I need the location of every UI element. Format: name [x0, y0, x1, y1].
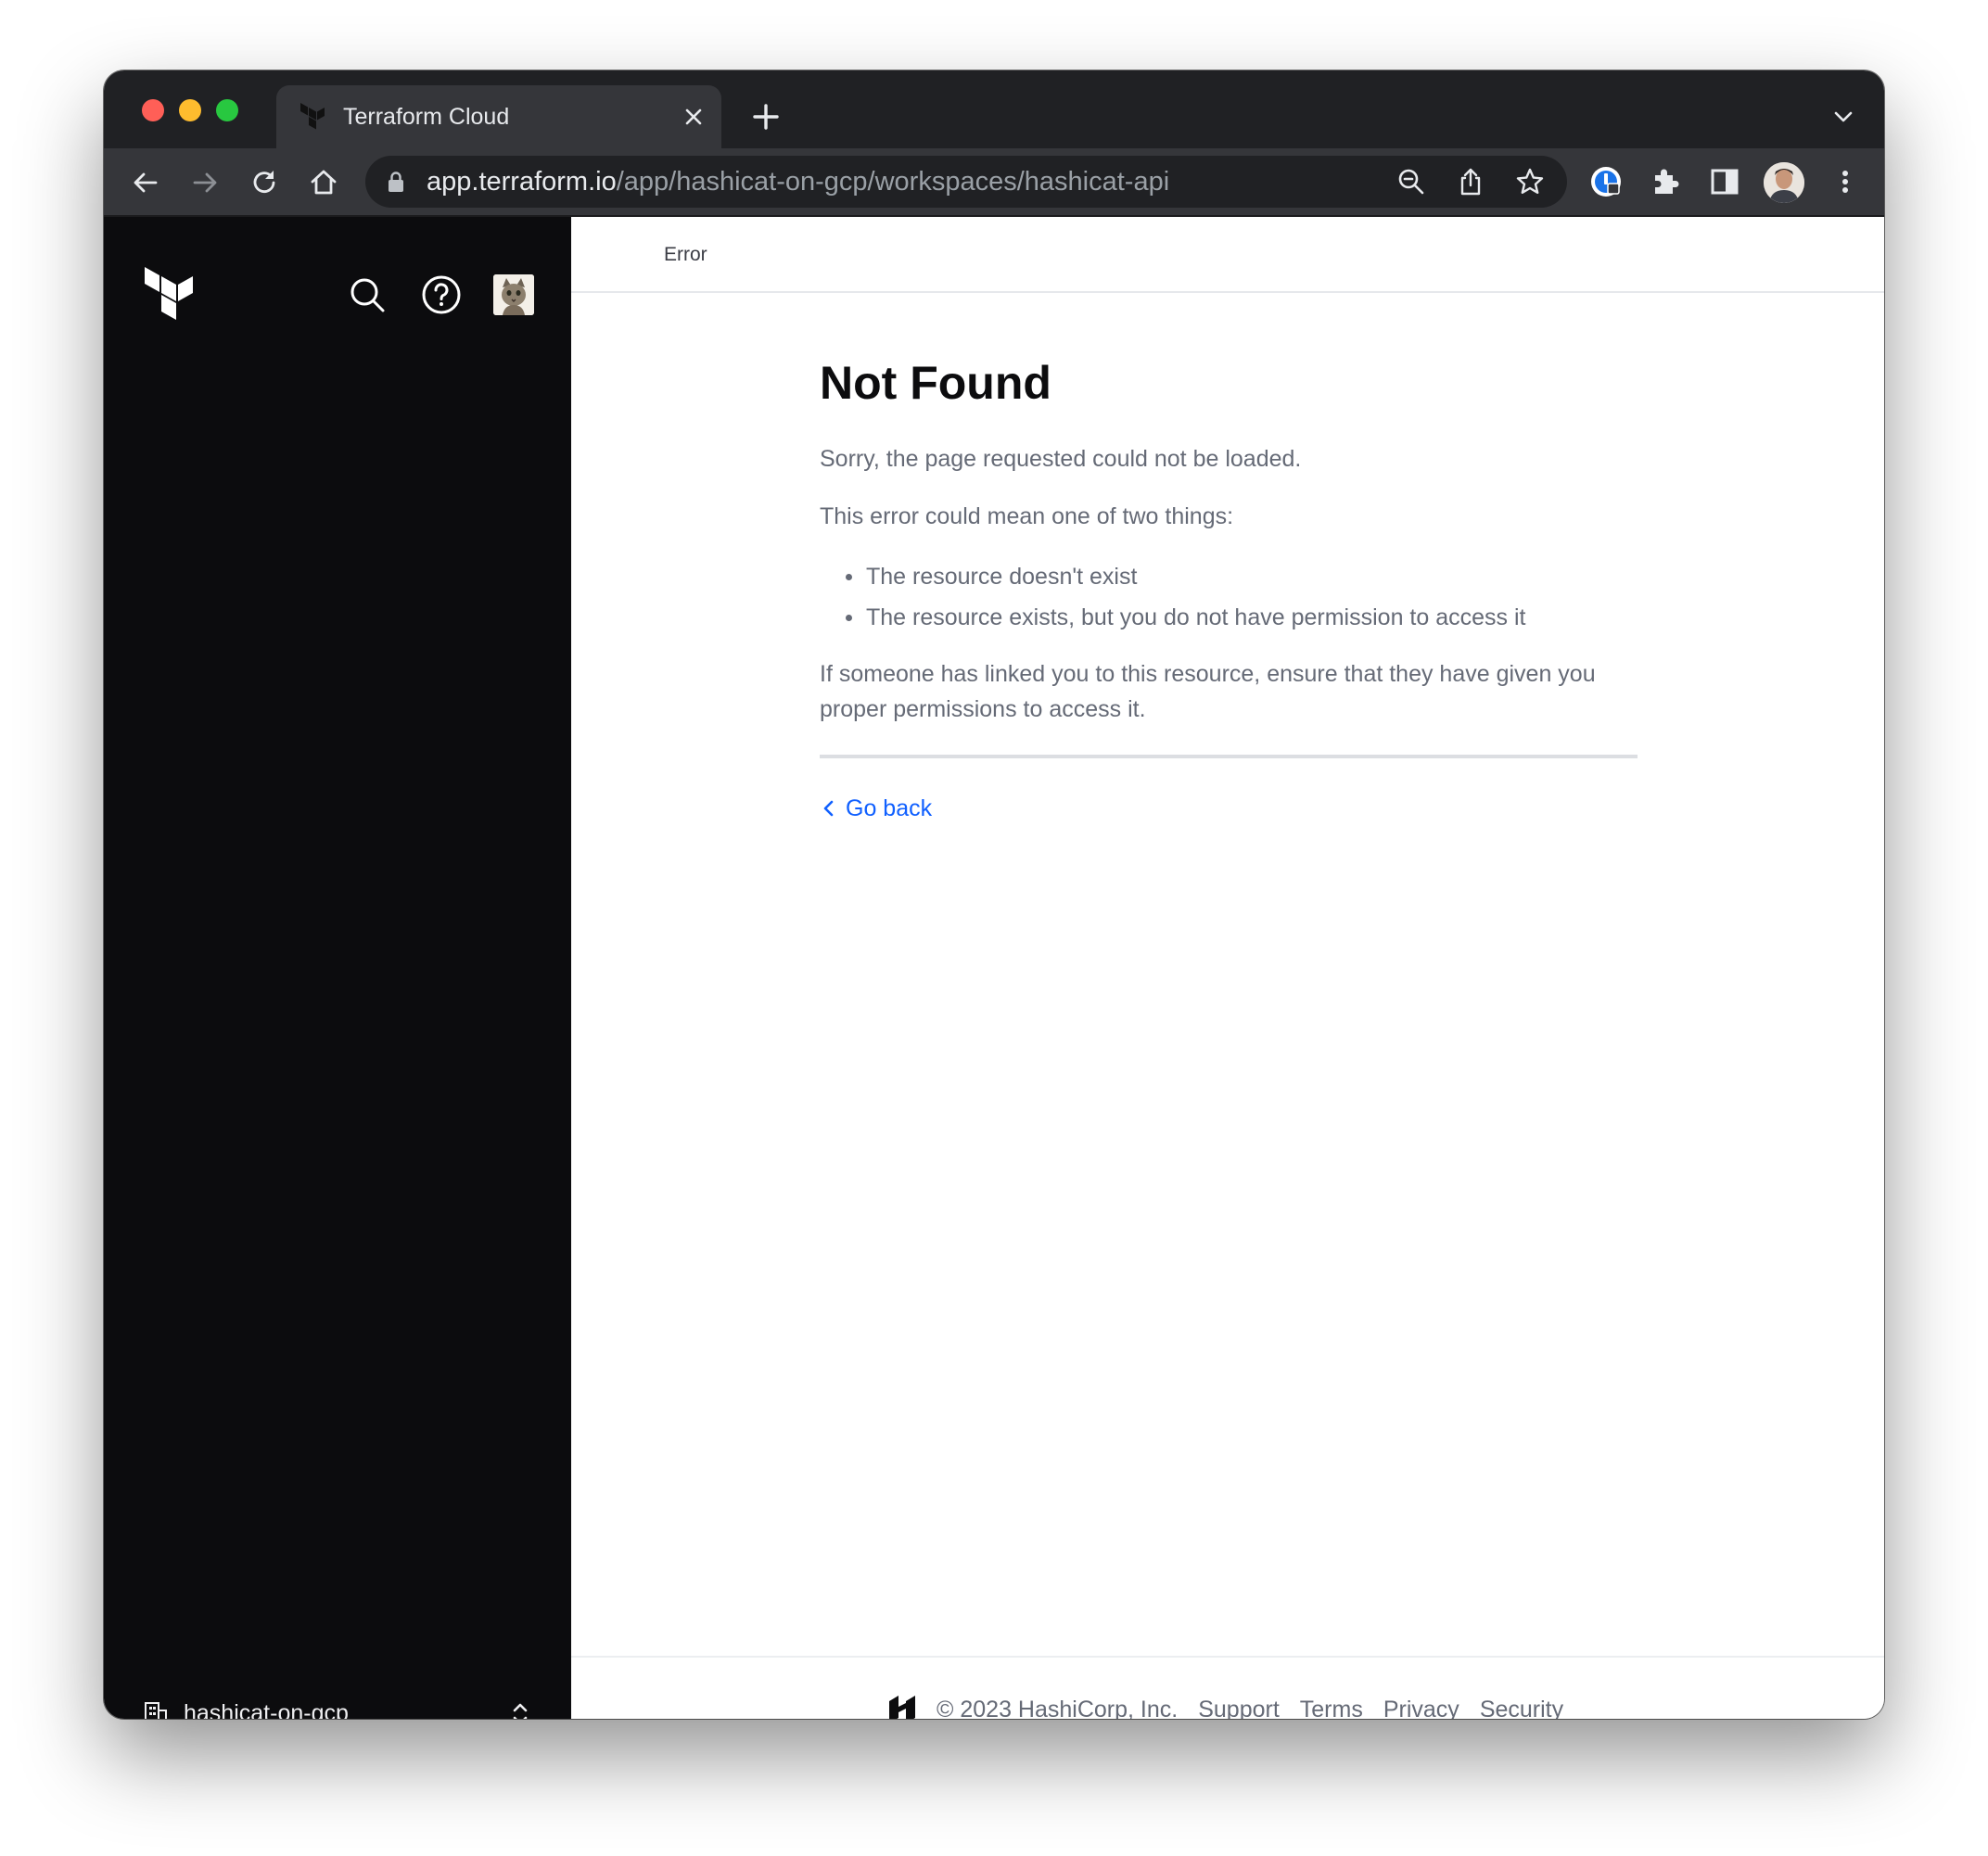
go-back-label: Go back	[846, 795, 933, 821]
browser-titlebar: Terraform Cloud	[104, 70, 1884, 148]
support-link[interactable]: Support	[1198, 1695, 1280, 1719]
error-intro: This error could mean one of two things:	[820, 503, 1234, 529]
profile-avatar[interactable]	[1764, 162, 1804, 203]
footer: © 2023 HashiCorp, Inc. Support Terms Pri…	[571, 1656, 1884, 1719]
building-icon	[145, 1702, 167, 1719]
extensions-icon[interactable]	[1649, 165, 1682, 198]
home-icon[interactable]	[308, 167, 339, 198]
error-message: Sorry, the page requested could not be l…	[820, 446, 1302, 472]
lock-icon[interactable]	[386, 171, 406, 193]
divider	[820, 755, 1638, 758]
error-note: If someone has linked you to this resour…	[820, 661, 1596, 722]
error-panel: Not Found Sorry, the page requested coul…	[820, 356, 1638, 823]
terraform-logo-icon[interactable]	[143, 265, 197, 324]
terms-link[interactable]: Terms	[1300, 1695, 1363, 1719]
reload-icon[interactable]	[248, 167, 280, 198]
zoom-icon[interactable]	[1396, 167, 1426, 197]
terraform-favicon-icon	[300, 103, 325, 130]
privacy-link[interactable]: Privacy	[1383, 1695, 1459, 1719]
breadcrumb-current: Error	[664, 244, 707, 265]
avatar[interactable]	[493, 274, 534, 315]
close-window-button[interactable]	[142, 99, 164, 121]
star-icon[interactable]	[1515, 167, 1545, 197]
forward-arrow-icon[interactable]	[189, 167, 221, 198]
copyright-text: © 2023 HashiCorp, Inc.	[937, 1697, 1179, 1719]
url-path: /app/hashicat-on-gcp/workspaces/hashicat…	[616, 167, 1170, 197]
error-reasons-list: The resource doesn't exist The resource …	[820, 556, 1638, 638]
search-icon[interactable]	[349, 276, 386, 313]
browser-window: Terraform Cloud app.terraform.io/app/has…	[104, 70, 1884, 1719]
list-item: The resource doesn't exist	[820, 556, 1638, 597]
browser-toolbar: app.terraform.io/app/hashicat-on-gcp/wor…	[104, 148, 1884, 217]
url-text: app.terraform.io/app/hashicat-on-gcp/wor…	[427, 167, 1169, 197]
breadcrumb: Error	[571, 217, 1884, 293]
tab-search-chevron-icon[interactable]	[1830, 104, 1856, 130]
maximize-window-button[interactable]	[216, 99, 238, 121]
password-manager-icon[interactable]	[1589, 165, 1623, 198]
help-icon[interactable]	[421, 274, 462, 315]
kebab-menu-icon[interactable]	[1829, 165, 1862, 198]
address-bar[interactable]: app.terraform.io/app/hashicat-on-gcp/wor…	[365, 156, 1567, 208]
share-icon[interactable]	[1456, 167, 1485, 197]
hashicorp-logo-icon	[889, 1696, 915, 1719]
chevron-updown-icon	[513, 1703, 528, 1719]
person-icon	[1764, 162, 1804, 203]
sidebar: hashicat-on-gcp	[104, 217, 571, 1719]
new-tab-icon[interactable]	[749, 100, 783, 133]
back-arrow-icon[interactable]	[130, 167, 161, 198]
main-content: Error Not Found Sorry, the page requeste…	[571, 217, 1884, 1719]
close-tab-icon[interactable]	[681, 104, 707, 130]
side-panel-icon[interactable]	[1708, 165, 1741, 198]
security-link[interactable]: Security	[1480, 1695, 1563, 1719]
chevron-left-icon	[823, 800, 834, 817]
browser-tab[interactable]: Terraform Cloud	[276, 85, 721, 148]
organization-switcher[interactable]: hashicat-on-gcp	[143, 1695, 532, 1719]
organization-name: hashicat-on-gcp	[184, 1700, 349, 1719]
list-item: The resource exists, but you do not have…	[820, 597, 1638, 638]
page-title: Not Found	[820, 357, 1051, 409]
go-back-link[interactable]: Go back	[820, 794, 932, 823]
tab-title: Terraform Cloud	[343, 104, 510, 130]
minimize-window-button[interactable]	[179, 99, 201, 121]
url-host: app.terraform.io	[427, 167, 617, 197]
cat-avatar-icon	[493, 274, 534, 315]
